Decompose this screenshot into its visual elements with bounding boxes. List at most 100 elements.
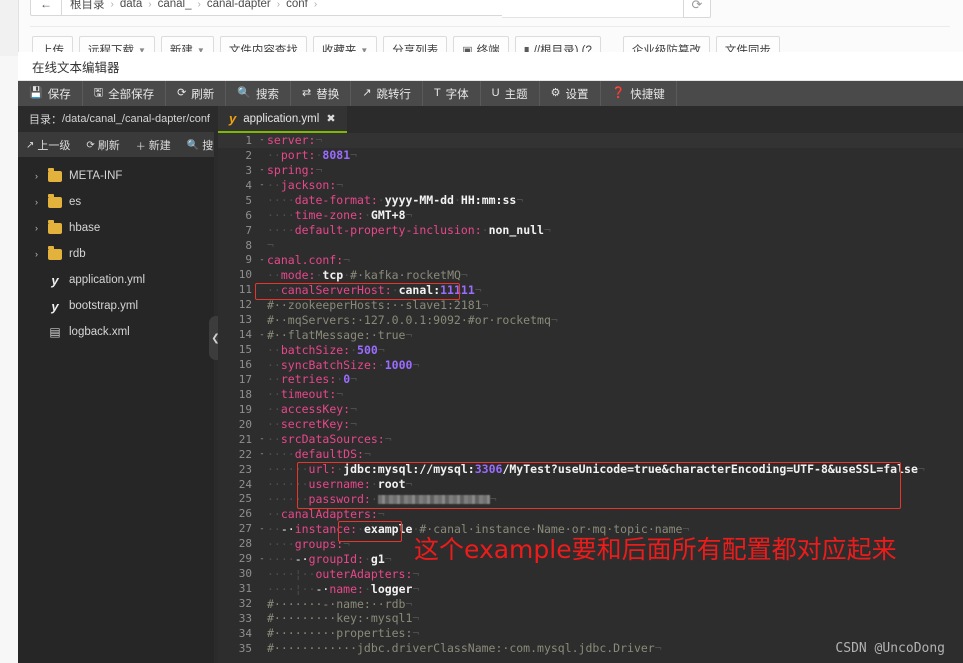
code-line[interactable]: 9- canal.conf:¬ bbox=[218, 253, 963, 268]
file-browser-刷新[interactable]: ⟳ 刷新 bbox=[78, 137, 127, 153]
file-browser-新建[interactable]: ＋新建 bbox=[128, 137, 179, 153]
line-number: 2 bbox=[245, 148, 252, 162]
code-line[interactable]: 22- ····defaultDS:¬ bbox=[218, 447, 963, 462]
file-tree-item-bootstrap.yml[interactable]: ›ybootstrap.yml bbox=[18, 293, 214, 319]
code-line[interactable]: 25 ······password:· ¬ bbox=[218, 492, 963, 507]
code-area[interactable]: 1- server:¬ 2 ··port:·8081¬ 3- spring:¬ 4- ··ja… bbox=[218, 133, 963, 663]
code-line-text: ······username:·root¬ bbox=[267, 477, 963, 491]
file-tree-item-application.yml[interactable]: ›yapplication.yml bbox=[18, 267, 214, 293]
code-line[interactable]: 19 ··accessKey:¬ bbox=[218, 402, 963, 417]
fold-toggle-icon[interactable]: - bbox=[257, 449, 267, 459]
code-line[interactable]: 15 ··batchSize:·500¬ bbox=[218, 342, 963, 357]
code-line[interactable]: 21- ··srcDataSources:¬ bbox=[218, 432, 963, 447]
line-number: 28 bbox=[238, 537, 252, 551]
token-v: example bbox=[363, 521, 413, 536]
fold-toggle-icon[interactable]: - bbox=[257, 434, 267, 444]
code-line-text: ··canalServerHost:·canal:11111¬ bbox=[267, 283, 963, 297]
code-line[interactable]: 2 ··port:·8081¬ bbox=[218, 148, 963, 163]
chevron-right-icon[interactable]: › bbox=[32, 197, 41, 207]
chevron-right-icon[interactable]: › bbox=[32, 223, 41, 233]
code-line[interactable]: 16 ··syncBatchSize:·1000¬ bbox=[218, 357, 963, 372]
code-line[interactable]: 34 #·········properties:¬ bbox=[218, 626, 963, 641]
breadcrumb-item-0[interactable]: 根目录 bbox=[70, 0, 105, 12]
fold-toggle-icon[interactable]: - bbox=[257, 135, 267, 145]
editor-toolbar-快捷键[interactable]: ❓ 快捷键 bbox=[601, 81, 677, 106]
code-line[interactable]: 8 ¬ bbox=[218, 238, 963, 253]
editor-toolbar-保存[interactable]: 💾 保存 bbox=[18, 81, 83, 106]
code-line[interactable]: 31 ····¦··-·name:·logger¬ bbox=[218, 581, 963, 596]
code-line[interactable]: 11 ··canalServerHost:·canal:11111¬ bbox=[218, 282, 963, 297]
breadcrumb: 根目录 › data › canal_ › canal-dapter › con… bbox=[62, 0, 549, 16]
breadcrumb-item-4[interactable]: conf bbox=[286, 0, 308, 10]
fold-toggle-icon[interactable]: - bbox=[257, 524, 267, 534]
editor-toolbar-跳转行[interactable]: ↗ 跳转行 bbox=[351, 81, 423, 106]
code-line[interactable]: 13 #··mqServers:·127.0.0.1:9092·#or·rocke… bbox=[218, 312, 963, 327]
fold-toggle-icon[interactable]: - bbox=[257, 255, 267, 265]
line-number: 18 bbox=[238, 387, 252, 401]
code-line[interactable]: 10 ··mode:·tcp·#·kafka·rocketMQ¬ bbox=[218, 267, 963, 282]
code-line[interactable]: 5 ····date-format:·yyyy-MM-dd·HH:mm:ss¬ bbox=[218, 193, 963, 208]
code-line[interactable]: 24 ······username:·root¬ bbox=[218, 477, 963, 492]
breadcrumb-item-2[interactable]: canal_ bbox=[158, 0, 192, 10]
code-line[interactable]: 3- spring:¬ bbox=[218, 163, 963, 178]
close-icon[interactable]: ✖ bbox=[326, 112, 335, 125]
line-number: 20 bbox=[238, 417, 252, 431]
file-tree-item-rdb[interactable]: › rdb bbox=[18, 241, 214, 267]
token-plain: -· bbox=[315, 581, 330, 596]
file-tree-item-META-INF[interactable]: › META-INF bbox=[18, 163, 214, 189]
token-eol: ¬ bbox=[405, 477, 413, 492]
fold-toggle-icon[interactable]: - bbox=[257, 180, 267, 190]
code-line[interactable]: 33 #·········key:·mysql1¬ bbox=[218, 611, 963, 626]
editor-toolbar-搜索[interactable]: 🔍 搜索 bbox=[226, 81, 291, 106]
line-number: 33 bbox=[238, 611, 252, 625]
token-eol: ¬ bbox=[460, 267, 468, 282]
editor-toolbar-label: 刷新 bbox=[191, 88, 215, 101]
tab-application-yml[interactable]: y application.yml ✖ bbox=[218, 106, 347, 133]
chevron-right-icon[interactable]: › bbox=[32, 171, 41, 181]
token-k: groupId: bbox=[308, 551, 364, 566]
fold-toggle-icon[interactable]: - bbox=[257, 554, 267, 564]
file-browser-上一级[interactable]: ↗ 上一级 bbox=[18, 137, 78, 153]
fold-toggle-icon[interactable]: - bbox=[257, 165, 267, 175]
token-eol: ¬ bbox=[489, 491, 497, 506]
code-line[interactable]: 23 ······url:·jdbc:mysql://mysql:3306/MyT… bbox=[218, 462, 963, 477]
editor-toolbar-字体[interactable]: T 字体 bbox=[423, 81, 481, 106]
code-line[interactable]: 20 ··secretKey:¬ bbox=[218, 417, 963, 432]
token-k: canal.conf: bbox=[267, 252, 344, 267]
code-line-text: #·········properties:¬ bbox=[267, 626, 963, 640]
folder-icon bbox=[48, 194, 62, 208]
code-line[interactable]: 26 ··canalAdapters:¬ bbox=[218, 506, 963, 521]
code-line[interactable]: 6 ····time-zone:·GMT+8¬ bbox=[218, 208, 963, 223]
fold-toggle-icon[interactable]: - bbox=[257, 330, 267, 340]
code-line[interactable]: 7 ····default-property-inclusion:·non_nul… bbox=[218, 223, 963, 238]
code-line[interactable]: 17 ··retries:·0¬ bbox=[218, 372, 963, 387]
code-line[interactable]: 12 #··zookeeperHosts:··slave1:2181¬ bbox=[218, 297, 963, 312]
code-line[interactable]: 30 ····¦··outerAdapters:¬ bbox=[218, 566, 963, 581]
editor-toolbar-替换[interactable]: ⇄ 替换 bbox=[291, 81, 352, 106]
file-tree-item-logback.xml[interactable]: ›▤logback.xml bbox=[18, 319, 214, 345]
refresh-icon[interactable]: ⟳ bbox=[683, 0, 711, 18]
code-line[interactable]: 4- ··jackson:¬ bbox=[218, 178, 963, 193]
editor-toolbar-全部保存[interactable]: 🖫 全部保存 bbox=[83, 81, 167, 106]
editor-toolbar-刷新[interactable]: ⟳ 刷新 bbox=[166, 81, 227, 106]
folder-icon bbox=[48, 168, 62, 182]
code-line[interactable]: 1- server:¬ bbox=[218, 133, 963, 148]
token-eol: ¬ bbox=[412, 581, 420, 596]
editor-toolbar-label: 跳转行 bbox=[376, 88, 411, 101]
token-k: secretKey: bbox=[280, 417, 351, 432]
file-browser-tool-label: 上一级 bbox=[37, 140, 71, 152]
breadcrumb-item-1[interactable]: data bbox=[120, 0, 142, 10]
code-line[interactable]: 32 #·······-·name:··rdb¬ bbox=[218, 596, 963, 611]
breadcrumb-item-3[interactable]: canal-dapter bbox=[207, 0, 271, 10]
token-k: url: bbox=[308, 462, 337, 477]
editor-toolbar-设置[interactable]: ⚙ 设置 bbox=[540, 81, 601, 106]
back-icon[interactable]: ← bbox=[30, 0, 62, 16]
code-line[interactable]: 14- #··flatMessage:·true¬ bbox=[218, 327, 963, 342]
editor-toolbar-主题[interactable]: U 主题 bbox=[481, 81, 540, 106]
chevron-right-icon[interactable]: › bbox=[32, 249, 41, 259]
token-cm: #············jdbc.driverClassName:·com.m… bbox=[267, 641, 655, 656]
path-input[interactable] bbox=[502, 0, 693, 18]
code-line[interactable]: 18 ··timeout:¬ bbox=[218, 387, 963, 402]
file-tree-item-hbase[interactable]: › hbase bbox=[18, 215, 214, 241]
file-tree-item-es[interactable]: › es bbox=[18, 189, 214, 215]
